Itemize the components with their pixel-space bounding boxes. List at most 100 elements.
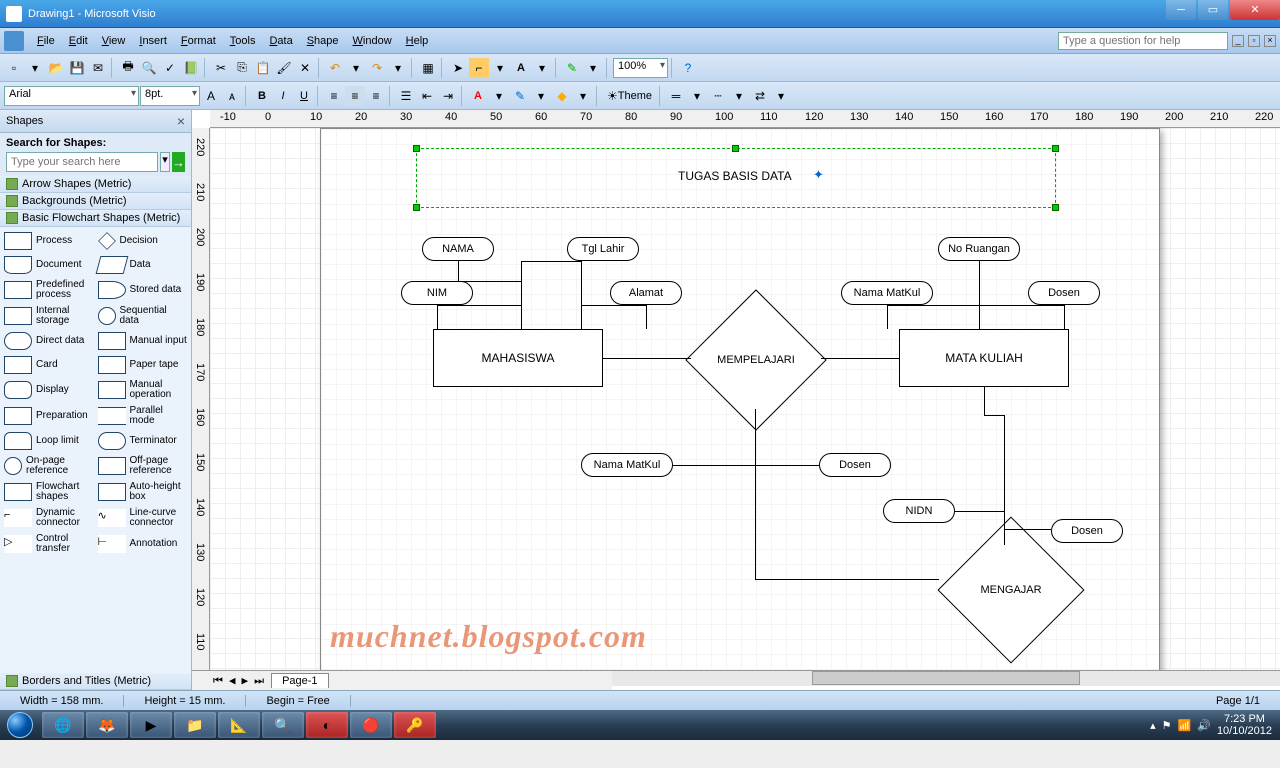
rel-mempelajari[interactable]: MEMPELAJARI <box>681 315 831 405</box>
tab-next-button[interactable]: ▶ <box>239 674 252 687</box>
taskbar-app1[interactable]: ◐ <box>306 712 348 738</box>
bullets-button[interactable]: ☰ <box>396 86 416 106</box>
taskbar-magnifier[interactable]: 🔍 <box>262 712 304 738</box>
copy-button[interactable]: ⎘ <box>232 58 252 78</box>
menu-format[interactable]: Format <box>174 32 223 50</box>
pointer-button[interactable]: ➤ <box>448 58 468 78</box>
tray-expand-icon[interactable]: ▴ <box>1150 719 1156 732</box>
format-painter-button[interactable]: 🖌 <box>274 58 294 78</box>
shape-display[interactable]: Display <box>2 378 96 402</box>
attr-dosen3[interactable]: Dosen <box>1051 519 1123 543</box>
save-button[interactable]: 💾 <box>67 58 87 78</box>
entity-matakuliah[interactable]: MATA KULIAH <box>899 329 1069 387</box>
shape-tape[interactable]: Paper tape <box>96 354 190 376</box>
shape-lineconnector[interactable]: ∿Line-curve connector <box>96 506 190 530</box>
shape-control[interactable]: ▷Control transfer <box>2 532 96 556</box>
entity-mahasiswa[interactable]: MAHASISWA <box>433 329 603 387</box>
align-center-button[interactable]: ≡ <box>345 86 365 106</box>
theme-button[interactable]: ☀Theme <box>603 86 656 106</box>
minimize-button[interactable]: ─ <box>1166 0 1196 20</box>
menu-edit[interactable]: Edit <box>62 32 95 50</box>
stencil-borders[interactable]: Borders and Titles (Metric) <box>0 673 191 690</box>
close-button[interactable]: ✕ <box>1230 0 1280 20</box>
shape-internal[interactable]: Internal storage <box>2 304 96 328</box>
attr-namakul1[interactable]: Nama MatKul <box>841 281 933 305</box>
italic-button[interactable]: I <box>273 86 293 106</box>
delete-button[interactable]: ✕ <box>295 58 315 78</box>
fill-color-dropdown[interactable]: ▾ <box>573 86 593 106</box>
visio-icon[interactable] <box>4 31 24 51</box>
tray-flag-icon[interactable]: ⚑ <box>1162 719 1172 732</box>
line-color-dropdown[interactable]: ▾ <box>531 86 551 106</box>
text-button[interactable]: A <box>511 58 531 78</box>
taskbar-mediaplayer[interactable]: ▶ <box>130 712 172 738</box>
drawing-canvas[interactable]: TUGAS BASIS DATA ✦ NAMA Tgl Lahir NIM Al… <box>210 128 1280 670</box>
print-button[interactable]: 🖶 <box>118 58 138 78</box>
line-weight-button[interactable]: ═ <box>666 86 686 106</box>
mdi-close-button[interactable]: × <box>1264 35 1276 47</box>
zoom-combo[interactable]: 100% <box>613 58 668 78</box>
font-combo[interactable]: Arial <box>4 86 139 106</box>
menu-insert[interactable]: Insert <box>132 32 174 50</box>
connector-button[interactable]: ⌐ <box>469 58 489 78</box>
line-ends-dropdown[interactable]: ▾ <box>771 86 791 106</box>
shape-dynconnector[interactable]: ⌐Dynamic connector <box>2 506 96 530</box>
rotation-handle[interactable]: ✦ <box>813 167 824 183</box>
help-button[interactable]: ? <box>678 58 698 78</box>
shape-offpage[interactable]: Off-page reference <box>96 454 190 478</box>
line-color-button[interactable]: ✎ <box>510 86 530 106</box>
shape-onpage[interactable]: On-page reference <box>2 454 96 478</box>
taskbar-ie[interactable]: 🌐 <box>42 712 84 738</box>
bold-button[interactable]: B <box>252 86 272 106</box>
shape-sequential[interactable]: Sequential data <box>96 304 190 328</box>
drawing-page[interactable]: TUGAS BASIS DATA ✦ NAMA Tgl Lahir NIM Al… <box>320 128 1160 670</box>
search-dropdown-button[interactable]: ▾ <box>160 152 170 172</box>
stencil-backgrounds[interactable]: Backgrounds (Metric) <box>0 193 191 210</box>
align-right-button[interactable]: ≡ <box>366 86 386 106</box>
print-preview-button[interactable]: 🔍 <box>139 58 159 78</box>
shape-direct[interactable]: Direct data <box>2 330 96 352</box>
shape-autoheight[interactable]: Auto-height box <box>96 480 190 504</box>
font-color-button[interactable]: A <box>468 86 488 106</box>
diagram-title[interactable]: TUGAS BASIS DATA <box>678 169 792 183</box>
maximize-button[interactable]: ▭ <box>1198 0 1228 20</box>
start-button[interactable] <box>0 710 40 740</box>
undo-dropdown[interactable]: ▾ <box>346 58 366 78</box>
taskbar-chrome[interactable]: 🔴 <box>350 712 392 738</box>
attr-nama[interactable]: NAMA <box>422 237 494 261</box>
menu-file[interactable]: File <box>30 32 62 50</box>
underline-button[interactable]: U <box>294 86 314 106</box>
menu-data[interactable]: Data <box>262 32 299 50</box>
shape-parallel[interactable]: Parallel mode <box>96 404 190 428</box>
tray-clock[interactable]: 7:23 PM 10/10/2012 <box>1217 713 1272 737</box>
decrease-indent-button[interactable]: ⇤ <box>417 86 437 106</box>
ink-dropdown[interactable]: ▾ <box>583 58 603 78</box>
shapes-window-button[interactable]: ▦ <box>418 58 438 78</box>
shape-decision[interactable]: Decision <box>96 230 190 252</box>
attr-alamat[interactable]: Alamat <box>610 281 682 305</box>
fontsize-combo[interactable]: 8pt. <box>140 86 200 106</box>
tray-network-icon[interactable]: 📶 <box>1178 719 1192 732</box>
new-button[interactable]: ▫ <box>4 58 24 78</box>
shape-terminator[interactable]: Terminator <box>96 430 190 452</box>
taskbar-visio[interactable]: 📐 <box>218 712 260 738</box>
open-button[interactable]: 📂 <box>46 58 66 78</box>
menu-shape[interactable]: Shape <box>300 32 346 50</box>
mdi-minimize-button[interactable]: _ <box>1232 35 1244 47</box>
attr-nim[interactable]: NIM <box>401 281 473 305</box>
tab-prev-button[interactable]: ◀ <box>226 674 239 687</box>
attr-nidn[interactable]: NIDN <box>883 499 955 523</box>
taskbar-access[interactable]: 🔑 <box>394 712 436 738</box>
redo-dropdown[interactable]: ▾ <box>388 58 408 78</box>
shape-loop[interactable]: Loop limit <box>2 430 96 452</box>
help-search-input[interactable] <box>1058 32 1228 50</box>
shape-predefined[interactable]: Predefined process <box>2 278 96 302</box>
email-button[interactable]: ✉ <box>88 58 108 78</box>
page-tab[interactable]: Page-1 <box>271 673 328 688</box>
attr-noruang[interactable]: No Ruangan <box>938 237 1020 261</box>
shapes-close-icon[interactable]: × <box>177 113 185 129</box>
stencil-arrows[interactable]: Arrow Shapes (Metric) <box>0 176 191 193</box>
line-pattern-dropdown[interactable]: ▾ <box>729 86 749 106</box>
shape-flowchart[interactable]: Flowchart shapes <box>2 480 96 504</box>
shape-card[interactable]: Card <box>2 354 96 376</box>
